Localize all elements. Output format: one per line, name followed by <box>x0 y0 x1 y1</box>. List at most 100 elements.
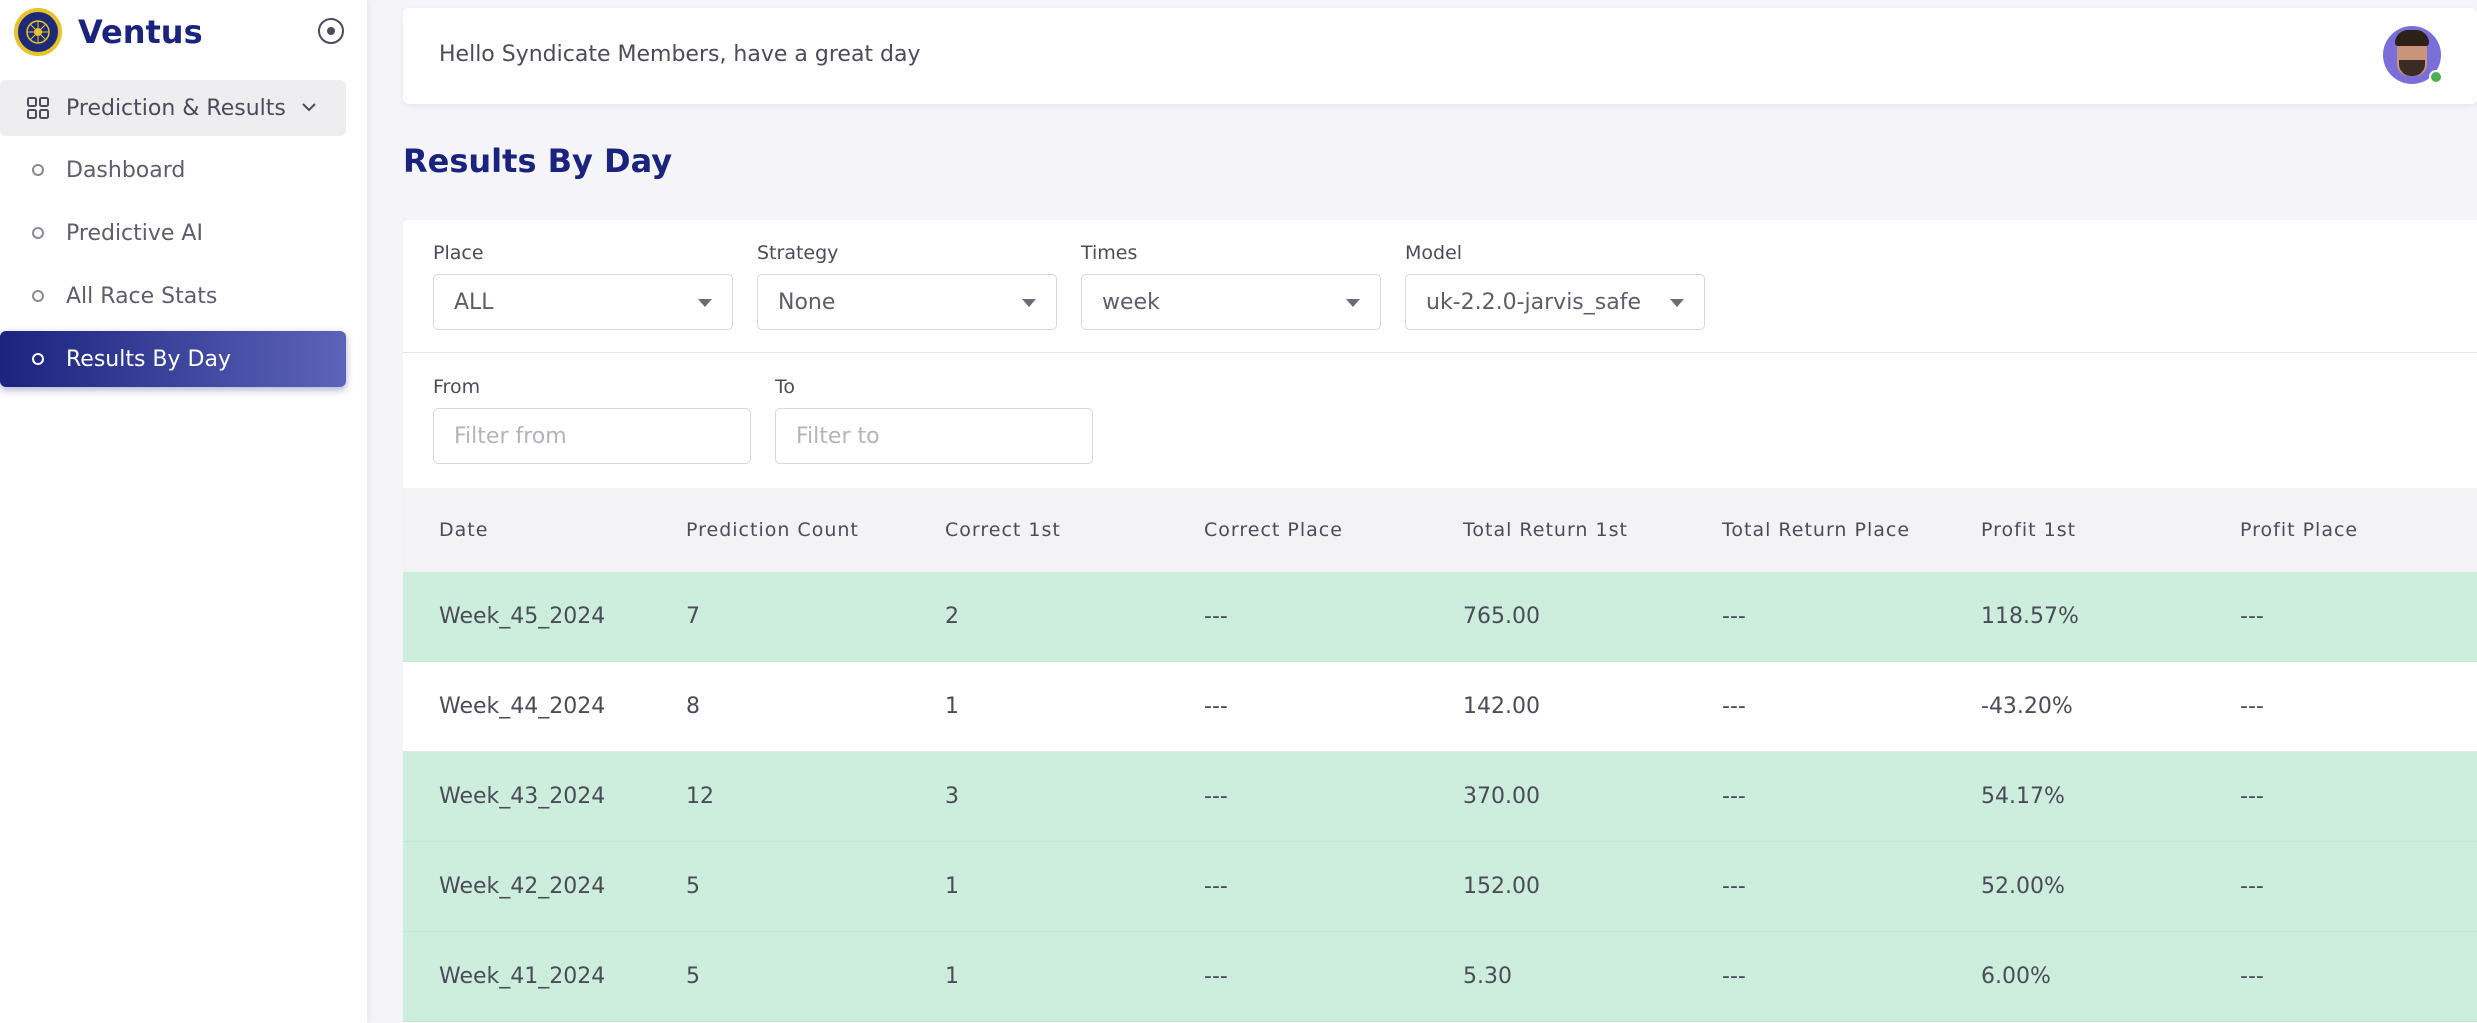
column-header-profit-place[interactable]: Profit Place <box>2240 519 2477 541</box>
sidebar: Ventus Prediction & Results Dashboard Pr… <box>0 0 367 1023</box>
cell-profit-1st: 118.57% <box>1981 604 2079 629</box>
from-filter: From <box>433 376 751 464</box>
cell-correct-1st: 1 <box>945 874 959 899</box>
filter-row-dates: From To <box>433 376 1117 464</box>
caret-down-icon <box>1346 299 1360 307</box>
caret-down-icon <box>1022 299 1036 307</box>
cell-prediction-count: 12 <box>686 784 714 809</box>
sidebar-item-label: Predictive AI <box>66 220 203 246</box>
avatar[interactable] <box>2383 26 2443 84</box>
cell-correct-place: --- <box>1204 874 1228 899</box>
cell-profit-1st: -43.20% <box>1981 694 2073 719</box>
table-row[interactable]: Week_45_2024 7 2 --- 765.00 --- 118.57% … <box>403 572 2477 662</box>
cell-correct-1st: 2 <box>945 604 959 629</box>
column-header-correct-place[interactable]: Correct Place <box>1204 519 1463 541</box>
cell-total-return-place: --- <box>1722 694 1746 719</box>
sidebar-item-results-by-day[interactable]: Results By Day <box>0 331 346 387</box>
page-title: Results By Day <box>403 142 673 180</box>
sidebar-group-label: Prediction & Results <box>66 95 286 121</box>
cell-date: Week_45_2024 <box>439 604 606 629</box>
cell-profit-1st: 54.17% <box>1981 784 2065 809</box>
divider <box>403 352 2477 353</box>
cell-correct-place: --- <box>1204 604 1228 629</box>
column-header-total-return-place[interactable]: Total Return Place <box>1722 519 1981 541</box>
from-label: From <box>433 376 481 398</box>
cell-profit-place: --- <box>2240 874 2264 899</box>
results-table: Date Prediction Count Correct 1st Correc… <box>403 488 2477 1022</box>
cell-profit-place: --- <box>2240 604 2264 629</box>
column-header-correct-1st[interactable]: Correct 1st <box>945 519 1204 541</box>
times-select[interactable]: week <box>1081 274 1381 330</box>
cell-prediction-count: 8 <box>686 694 700 719</box>
sidebar-item-label: Dashboard <box>66 157 186 183</box>
table-row[interactable]: Week_41_2024 5 1 --- 5.30 --- 6.00% --- <box>403 932 2477 1022</box>
greeting-text: Hello Syndicate Members, have a great da… <box>439 42 921 67</box>
sidebar-item-all-race-stats[interactable]: All Race Stats <box>0 268 346 324</box>
cell-profit-place: --- <box>2240 784 2264 809</box>
sidebar-item-dashboard[interactable]: Dashboard <box>0 142 346 198</box>
to-filter: To <box>775 376 1093 464</box>
cell-date: Week_43_2024 <box>439 784 606 809</box>
top-bar: Hello Syndicate Members, have a great da… <box>403 8 2477 104</box>
table-row[interactable]: Week_44_2024 8 1 --- 142.00 --- -43.20% … <box>403 662 2477 752</box>
model-select[interactable]: uk-2.2.0-jarvis_safe <box>1405 274 1705 330</box>
times-label: Times <box>1081 242 1138 264</box>
cell-total-return-place: --- <box>1722 964 1746 989</box>
cell-total-return-1st: 5.30 <box>1463 964 1512 989</box>
cell-total-return-place: --- <box>1722 784 1746 809</box>
sidebar-item-predictive-ai[interactable]: Predictive AI <box>0 205 346 261</box>
model-value: uk-2.2.0-jarvis_safe <box>1426 289 1641 315</box>
sidebar-item-label: Results By Day <box>66 346 231 372</box>
cell-total-return-place: --- <box>1722 874 1746 899</box>
column-header-profit-1st[interactable]: Profit 1st <box>1981 519 2240 541</box>
column-header-date[interactable]: Date <box>403 519 686 541</box>
column-header-prediction-count[interactable]: Prediction Count <box>686 519 945 541</box>
cell-correct-1st: 3 <box>945 784 959 809</box>
model-filter: Model uk-2.2.0-jarvis_safe <box>1405 242 1705 330</box>
sidebar-group-prediction-results[interactable]: Prediction & Results <box>0 80 346 136</box>
cell-prediction-count: 5 <box>686 874 700 899</box>
brand[interactable]: Ventus <box>14 8 203 56</box>
cell-correct-place: --- <box>1204 694 1228 719</box>
cell-correct-place: --- <box>1204 784 1228 809</box>
cell-prediction-count: 5 <box>686 964 700 989</box>
cell-total-return-1st: 142.00 <box>1463 694 1540 719</box>
chevron-down-icon <box>302 103 316 112</box>
strategy-value: None <box>778 289 836 315</box>
cell-total-return-1st: 152.00 <box>1463 874 1540 899</box>
cell-prediction-count: 7 <box>686 604 700 629</box>
circle-icon <box>32 353 44 365</box>
caret-down-icon <box>698 299 712 307</box>
circle-icon <box>32 227 44 239</box>
results-card: Place ALL Strategy None Times week Model… <box>403 220 2477 1023</box>
to-label: To <box>775 376 796 398</box>
sidebar-item-label: All Race Stats <box>66 283 218 309</box>
cell-correct-1st: 1 <box>945 964 959 989</box>
table-row[interactable]: Week_42_2024 5 1 --- 152.00 --- 52.00% -… <box>403 842 2477 932</box>
cell-total-return-1st: 765.00 <box>1463 604 1540 629</box>
cell-profit-place: --- <box>2240 964 2264 989</box>
place-label: Place <box>433 242 484 264</box>
cell-date: Week_41_2024 <box>439 964 606 989</box>
sidebar-toggle-icon[interactable] <box>318 18 344 44</box>
place-select[interactable]: ALL <box>433 274 733 330</box>
online-status-icon <box>2429 70 2443 84</box>
cell-total-return-1st: 370.00 <box>1463 784 1540 809</box>
filter-row-selects: Place ALL Strategy None Times week Model… <box>433 242 1729 330</box>
times-value: week <box>1102 289 1160 315</box>
grid-icon <box>27 97 49 119</box>
brand-name: Ventus <box>78 13 203 51</box>
ventus-logo-icon <box>14 8 62 56</box>
caret-down-icon <box>1670 299 1684 307</box>
from-input[interactable] <box>433 408 751 464</box>
strategy-select[interactable]: None <box>757 274 1057 330</box>
cell-total-return-place: --- <box>1722 604 1746 629</box>
circle-icon <box>32 164 44 176</box>
table-header: Date Prediction Count Correct 1st Correc… <box>403 488 2477 572</box>
column-header-total-return-1st[interactable]: Total Return 1st <box>1463 519 1722 541</box>
table-row[interactable]: Week_43_2024 12 3 --- 370.00 --- 54.17% … <box>403 752 2477 842</box>
circle-icon <box>32 290 44 302</box>
model-label: Model <box>1405 242 1463 264</box>
times-filter: Times week <box>1081 242 1381 330</box>
to-input[interactable] <box>775 408 1093 464</box>
